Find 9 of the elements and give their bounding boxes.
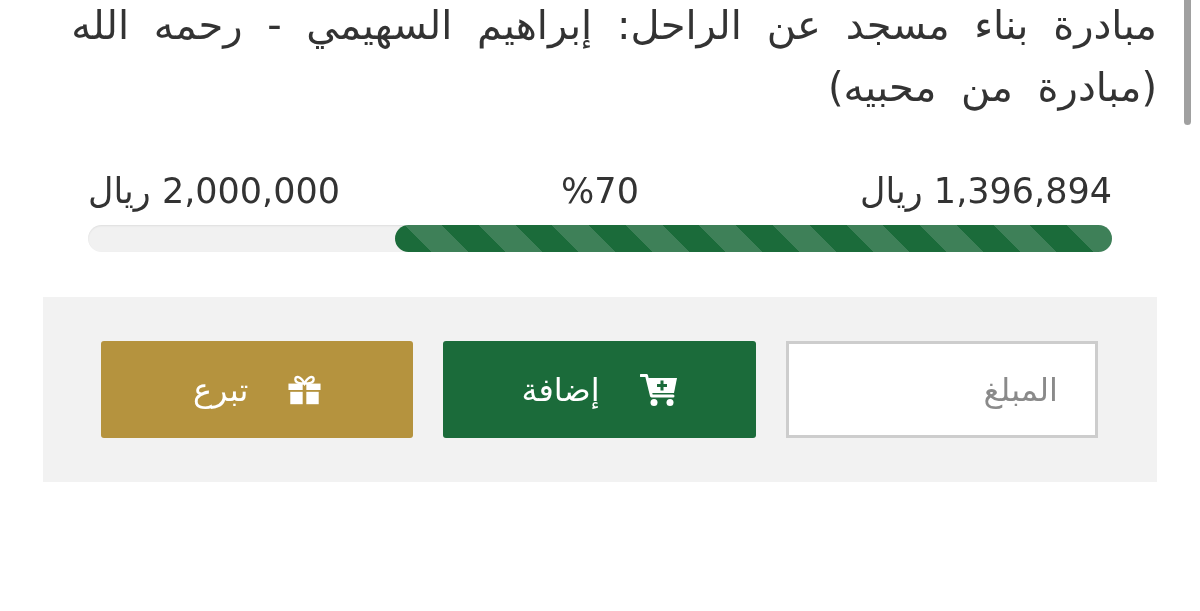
add-button[interactable]: إضافة [443,341,756,438]
raised-amount: 1,396,894 ريال [860,170,1112,213]
goal-amount: 2,000,000 ريال [88,170,341,213]
scrollbar-thumb[interactable] [1184,0,1191,125]
amount-field[interactable]: المبلغ [785,341,1098,438]
gift-icon [288,374,322,405]
page-title: مبادرة بناء مسجد عن الراحل: إبراهيم السهيمي - رحمه الله (مبادرة من محبيه) [70,1,1157,113]
cart-plus-icon [639,372,678,407]
progress-percent: %70 [561,170,639,213]
